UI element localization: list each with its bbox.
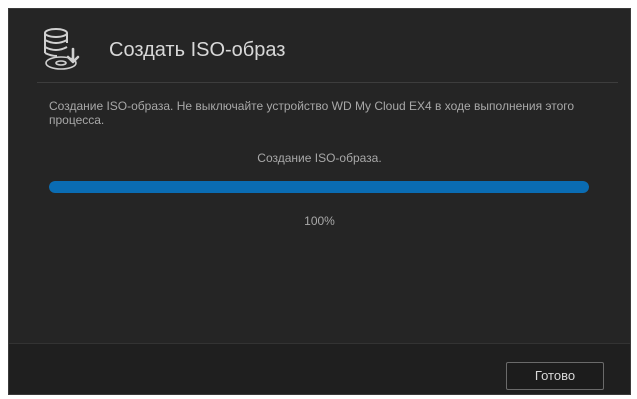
progress-bar (49, 181, 589, 193)
progress-percent: 100% (304, 214, 335, 228)
dialog-footer: Готово (9, 344, 630, 394)
disk-image-icon (44, 28, 80, 70)
dialog-header: Создать ISO-образ (9, 9, 630, 83)
dialog-title: Создать ISO-образ (109, 39, 286, 61)
header-divider (37, 82, 618, 83)
progress-bar-fill (49, 181, 589, 193)
progress-status-text: Создание ISO-образа. (257, 151, 382, 165)
create-iso-dialog: Создать ISO-образ Создание ISO-образа. Н… (8, 8, 631, 395)
warning-message: Создание ISO-образа. Не выключайте устро… (49, 99, 575, 127)
done-button[interactable]: Готово (506, 362, 604, 390)
